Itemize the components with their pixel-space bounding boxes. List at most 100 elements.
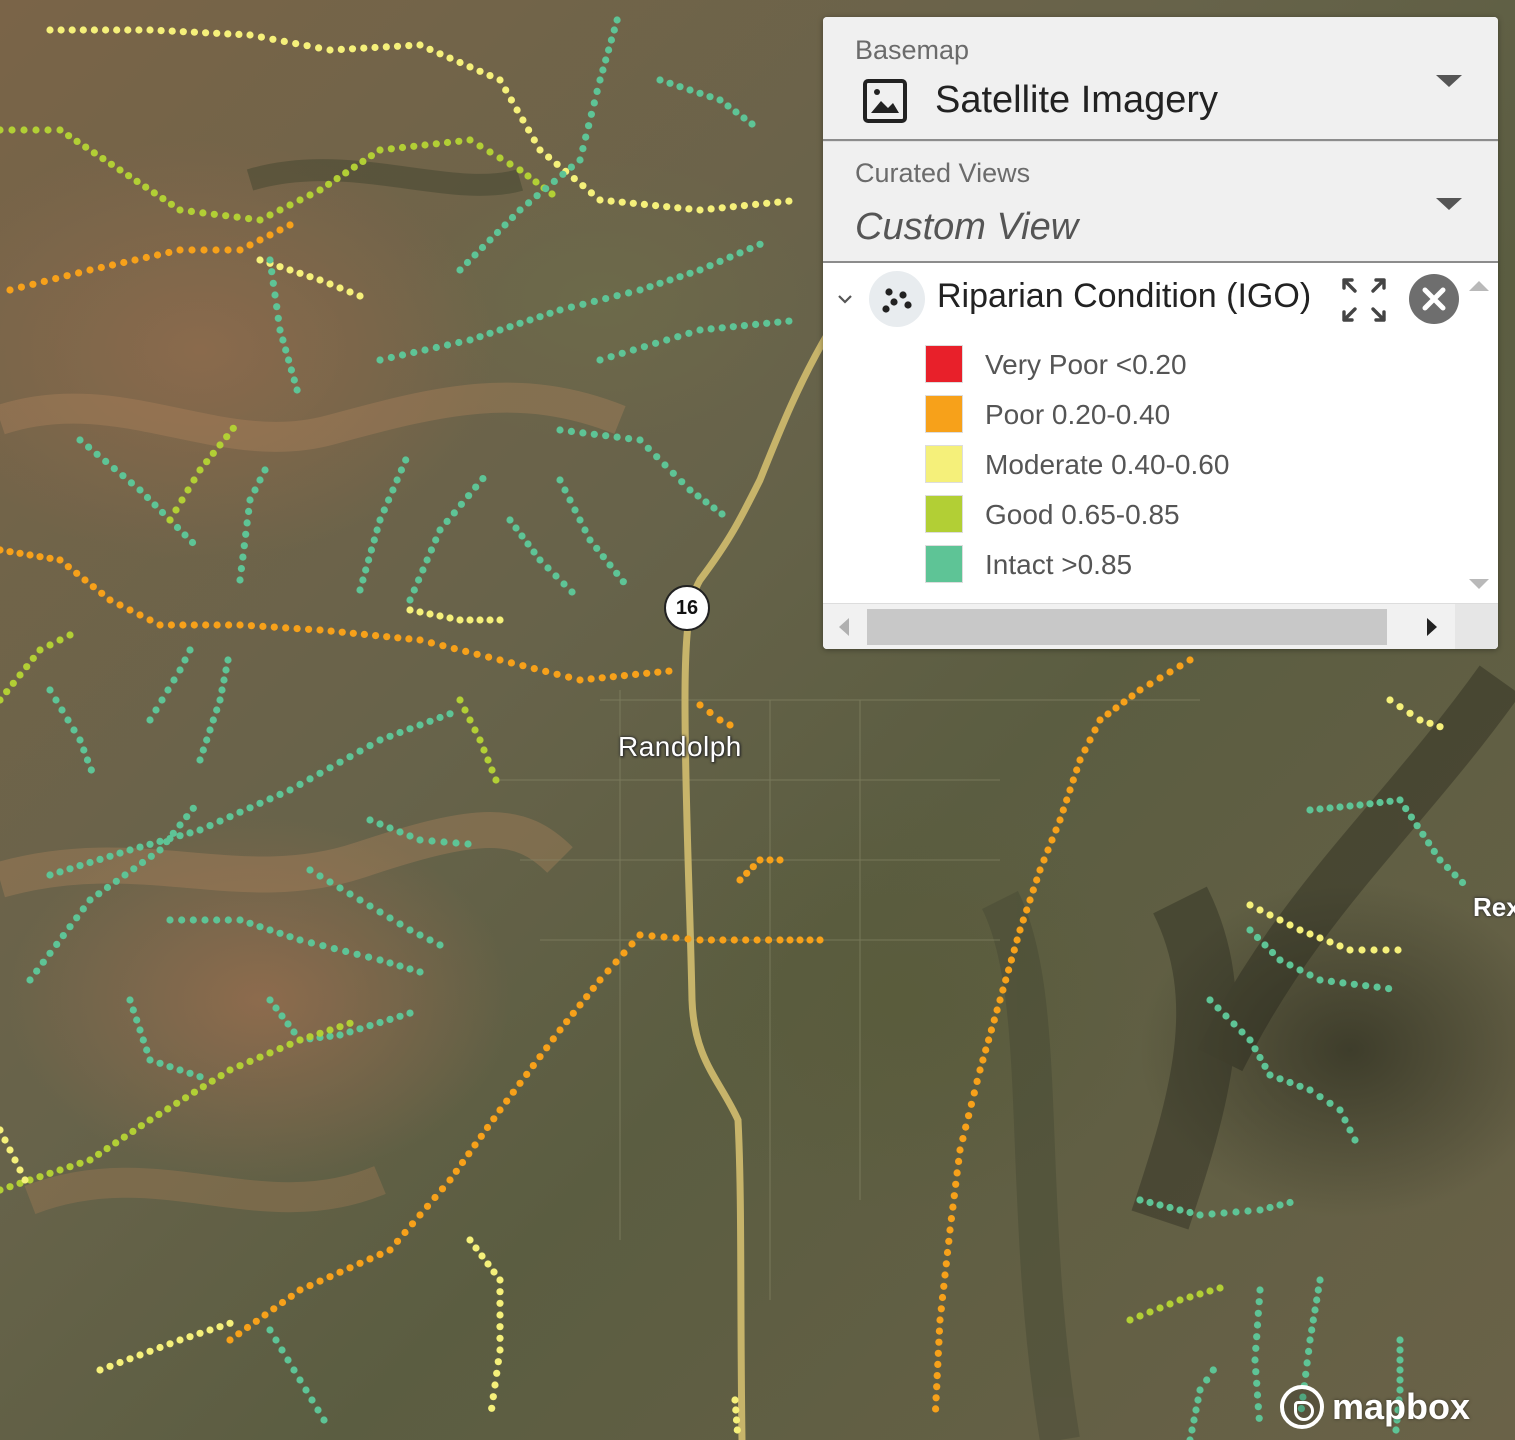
- igo-point[interactable]: [64, 716, 72, 724]
- igo-point[interactable]: [276, 206, 284, 214]
- igo-point[interactable]: [203, 736, 211, 744]
- igo-point[interactable]: [979, 1056, 987, 1064]
- igo-point[interactable]: [389, 486, 397, 494]
- igo-point[interactable]: [718, 204, 726, 212]
- igo-point[interactable]: [707, 205, 715, 213]
- igo-point[interactable]: [507, 659, 515, 667]
- igo-point[interactable]: [236, 1062, 244, 1070]
- igo-point[interactable]: [330, 945, 338, 953]
- igo-point[interactable]: [147, 852, 155, 860]
- igo-point[interactable]: [320, 1416, 328, 1424]
- igo-point[interactable]: [296, 269, 304, 277]
- igo-point[interactable]: [166, 916, 174, 924]
- igo-point[interactable]: [89, 583, 97, 591]
- igo-point[interactable]: [427, 639, 435, 647]
- igo-point[interactable]: [39, 958, 47, 966]
- igo-point[interactable]: [173, 523, 182, 532]
- igo-point[interactable]: [1276, 1201, 1284, 1209]
- igo-point[interactable]: [167, 621, 175, 629]
- igo-point[interactable]: [46, 26, 54, 34]
- igo-point[interactable]: [776, 936, 784, 944]
- igo-point[interactable]: [1266, 1071, 1274, 1079]
- igo-point[interactable]: [1407, 813, 1415, 821]
- igo-point[interactable]: [1286, 921, 1294, 929]
- igo-point[interactable]: [1436, 856, 1444, 864]
- igo-point[interactable]: [336, 1268, 344, 1276]
- igo-point[interactable]: [0, 1186, 4, 1194]
- igo-point[interactable]: [426, 45, 434, 54]
- igo-point[interactable]: [546, 309, 554, 317]
- igo-point[interactable]: [446, 1176, 454, 1184]
- igo-point[interactable]: [542, 185, 550, 193]
- igo-point[interactable]: [245, 215, 253, 223]
- igo-point[interactable]: [599, 553, 607, 561]
- igo-point[interactable]: [142, 253, 150, 262]
- igo-point[interactable]: [23, 663, 31, 671]
- igo-point[interactable]: [306, 866, 314, 874]
- igo-point[interactable]: [1186, 1293, 1194, 1301]
- igo-point[interactable]: [507, 96, 515, 104]
- igo-point[interactable]: [719, 936, 727, 944]
- igo-point[interactable]: [674, 333, 682, 341]
- igo-point[interactable]: [932, 1394, 940, 1402]
- igo-point[interactable]: [178, 916, 186, 924]
- igo-point[interactable]: [1346, 802, 1354, 810]
- igo-point[interactable]: [1146, 680, 1154, 688]
- igo-point[interactable]: [83, 756, 92, 764]
- igo-point[interactable]: [466, 63, 474, 71]
- igo-point[interactable]: [1302, 1370, 1310, 1378]
- igo-point[interactable]: [542, 667, 550, 676]
- igo-point[interactable]: [112, 877, 120, 885]
- igo-point[interactable]: [210, 210, 218, 218]
- igo-point[interactable]: [446, 614, 454, 622]
- igo-point[interactable]: [439, 642, 447, 650]
- igo-point[interactable]: [208, 1077, 216, 1085]
- igo-point[interactable]: [1358, 946, 1366, 954]
- igo-point[interactable]: [694, 492, 702, 500]
- igo-point[interactable]: [1254, 1309, 1262, 1317]
- igo-point[interactable]: [256, 476, 264, 484]
- igo-point[interactable]: [362, 566, 370, 574]
- igo-point[interactable]: [1356, 801, 1364, 809]
- igo-point[interactable]: [1216, 1284, 1224, 1292]
- igo-point[interactable]: [478, 1252, 486, 1260]
- igo-point[interactable]: [285, 356, 293, 364]
- igo-point[interactable]: [346, 1028, 354, 1036]
- igo-point[interactable]: [79, 26, 87, 34]
- igo-point[interactable]: [276, 790, 284, 799]
- igo-point[interactable]: [386, 1246, 394, 1254]
- igo-point[interactable]: [6, 286, 14, 294]
- igo-point[interactable]: [1252, 1368, 1260, 1376]
- igo-point[interactable]: [932, 1405, 940, 1413]
- igo-point[interactable]: [421, 346, 429, 354]
- igo-point[interactable]: [455, 137, 463, 145]
- igo-point[interactable]: [116, 601, 124, 609]
- igo-point[interactable]: [76, 436, 84, 444]
- igo-point[interactable]: [166, 516, 174, 524]
- igo-point[interactable]: [1232, 1208, 1240, 1216]
- igo-point[interactable]: [360, 630, 368, 639]
- igo-point[interactable]: [44, 126, 52, 134]
- igo-point[interactable]: [589, 984, 597, 992]
- igo-point[interactable]: [266, 1326, 274, 1334]
- igo-point[interactable]: [565, 673, 573, 681]
- igo-point[interactable]: [176, 666, 184, 674]
- igo-point[interactable]: [396, 920, 404, 928]
- igo-point[interactable]: [102, 26, 110, 34]
- igo-point[interactable]: [1373, 983, 1381, 991]
- igo-point[interactable]: [506, 516, 514, 524]
- igo-point[interactable]: [774, 198, 782, 206]
- basemap-dropdown-arrow-icon[interactable]: [1436, 75, 1462, 87]
- igo-point[interactable]: [548, 190, 556, 198]
- igo-point[interactable]: [443, 517, 451, 526]
- igo-point[interactable]: [327, 627, 335, 635]
- igo-point[interactable]: [1286, 1078, 1294, 1087]
- igo-point[interactable]: [216, 696, 224, 704]
- igo-point[interactable]: [1351, 1136, 1359, 1144]
- igo-point[interactable]: [408, 1220, 417, 1228]
- igo-point[interactable]: [346, 890, 354, 898]
- igo-point[interactable]: [155, 1110, 163, 1118]
- igo-point[interactable]: [629, 346, 637, 354]
- igo-point[interactable]: [246, 31, 254, 39]
- igo-point[interactable]: [959, 1135, 967, 1143]
